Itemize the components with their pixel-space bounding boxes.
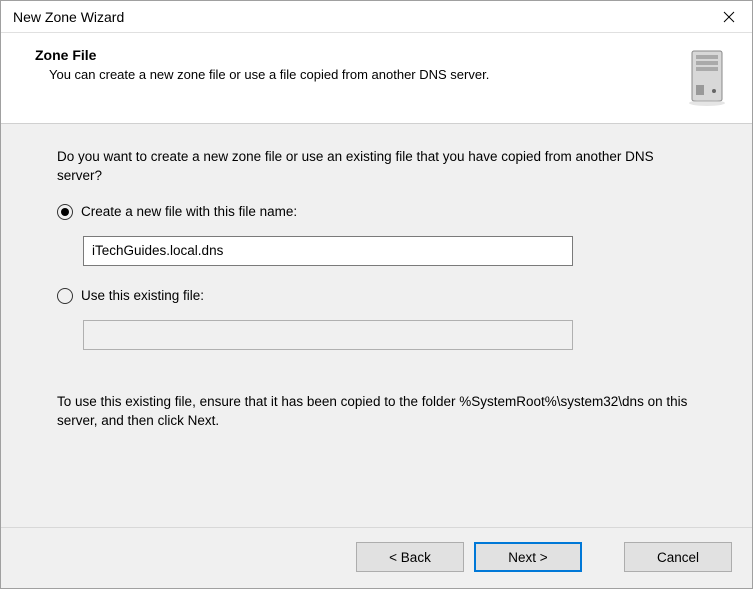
radio-icon	[57, 204, 73, 220]
server-icon	[684, 47, 732, 107]
question-text: Do you want to create a new zone file or…	[57, 148, 696, 186]
button-panel: < Back Next > Cancel	[1, 527, 752, 588]
window-title: New Zone Wizard	[13, 9, 124, 25]
radio-option-existing[interactable]: Use this existing file:	[57, 288, 696, 304]
content-panel: Do you want to create a new zone file or…	[1, 124, 752, 527]
radio-icon	[57, 288, 73, 304]
radio-label-create-new: Create a new file with this file name:	[81, 204, 297, 219]
new-file-name-input[interactable]	[83, 236, 573, 266]
header-title: Zone File	[35, 47, 668, 63]
close-button[interactable]	[706, 1, 752, 33]
next-button[interactable]: Next >	[474, 542, 582, 572]
header-subtitle: You can create a new zone file or use a …	[35, 67, 668, 82]
wizard-window: New Zone Wizard Zone File You can create…	[0, 0, 753, 589]
existing-file-name-input	[83, 320, 573, 350]
titlebar: New Zone Wizard	[1, 1, 752, 33]
cancel-button[interactable]: Cancel	[624, 542, 732, 572]
close-icon	[723, 11, 735, 23]
radio-group: Create a new file with this file name: U…	[57, 204, 696, 372]
header-text: Zone File You can create a new zone file…	[35, 47, 668, 82]
radio-label-existing: Use this existing file:	[81, 288, 204, 303]
header-panel: Zone File You can create a new zone file…	[1, 33, 752, 124]
back-button[interactable]: < Back	[356, 542, 464, 572]
radio-option-create-new[interactable]: Create a new file with this file name:	[57, 204, 696, 220]
help-text: To use this existing file, ensure that i…	[57, 392, 696, 431]
